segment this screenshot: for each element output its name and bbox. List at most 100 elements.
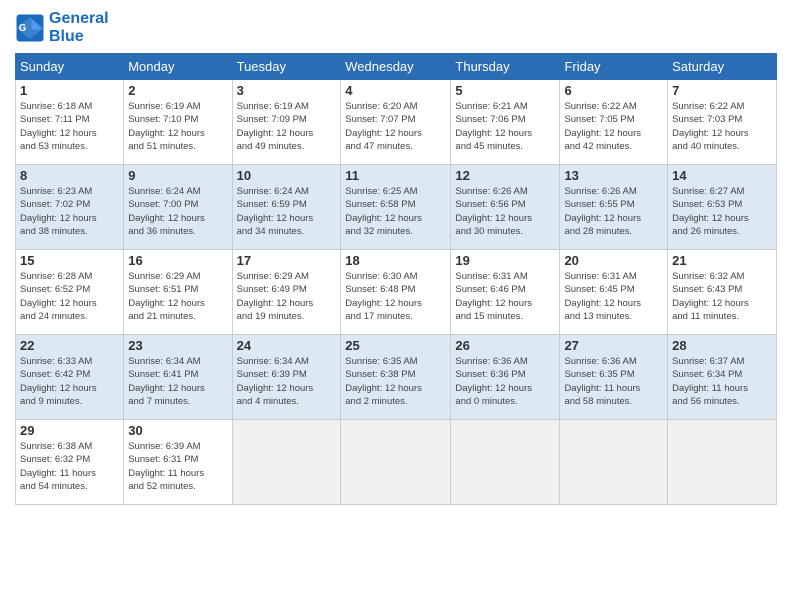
weekday-header-row: Sunday Monday Tuesday Wednesday Thursday… (16, 54, 777, 80)
day-number: 28 (672, 338, 772, 353)
table-row: 14 Sunrise: 6:27 AM Sunset: 6:53 PM Dayli… (668, 165, 777, 250)
day-number: 2 (128, 83, 227, 98)
day-info: Sunrise: 6:23 AM Sunset: 7:02 PM Dayligh… (20, 185, 119, 238)
table-row: 21 Sunrise: 6:32 AM Sunset: 6:43 PM Dayli… (668, 250, 777, 335)
day-number: 23 (128, 338, 227, 353)
table-row: 19Sunrise: 6:31 AM Sunset: 6:46 PM Dayli… (451, 250, 560, 335)
day-number: 10 (237, 168, 337, 183)
calendar-page: G General Blue Sunday Monday Tuesday Wed… (0, 0, 792, 612)
table-row: 10 Sunrise: 6:24 AM Sunset: 6:59 PM Dayli… (232, 165, 341, 250)
table-row: 3 Sunrise: 6:19 AM Sunset: 7:09 PM Daylig… (232, 80, 341, 165)
logo: G General Blue (15, 10, 109, 45)
table-row: 2 Sunrise: 6:19 AM Sunset: 7:10 PM Daylig… (124, 80, 232, 165)
table-row: 17 Sunrise: 6:29 AM Sunset: 6:49 PM Dayli… (232, 250, 341, 335)
table-row: 4 Sunrise: 6:20 AM Sunset: 7:07 PM Daylig… (341, 80, 451, 165)
day-info: Sunrise: 6:22 AM Sunset: 7:03 PM Dayligh… (672, 100, 772, 153)
logo-icon: G (15, 13, 45, 43)
day-info: Sunrise: 6:26 AM Sunset: 6:56 PM Dayligh… (455, 185, 555, 238)
day-number: 5 (455, 83, 555, 98)
table-row: 24Sunrise: 6:34 AM Sunset: 6:39 PM Dayli… (232, 335, 341, 420)
day-number: 16 (128, 253, 227, 268)
day-info: Sunrise: 6:25 AM Sunset: 6:58 PM Dayligh… (345, 185, 446, 238)
calendar-week-row: 1 Sunrise: 6:18 AM Sunset: 7:11 PM Daylig… (16, 80, 777, 165)
day-number: 14 (672, 168, 772, 183)
day-number: 7 (672, 83, 772, 98)
calendar-table: Sunday Monday Tuesday Wednesday Thursday… (15, 53, 777, 505)
day-number: 26 (455, 338, 555, 353)
day-number: 6 (564, 83, 663, 98)
table-row: 13Sunrise: 6:26 AM Sunset: 6:55 PM Dayli… (560, 165, 668, 250)
day-info: Sunrise: 6:29 AM Sunset: 6:51 PM Dayligh… (128, 270, 227, 323)
table-row: 25Sunrise: 6:35 AM Sunset: 6:38 PM Dayli… (341, 335, 451, 420)
table-row: 5 Sunrise: 6:21 AM Sunset: 7:06 PM Daylig… (451, 80, 560, 165)
day-number: 8 (20, 168, 119, 183)
calendar-week-row: 15 Sunrise: 6:28 AM Sunset: 6:52 PM Dayli… (16, 250, 777, 335)
table-row: 6 Sunrise: 6:22 AM Sunset: 7:05 PM Daylig… (560, 80, 668, 165)
day-info: Sunrise: 6:38 AM Sunset: 6:32 PM Dayligh… (20, 440, 119, 493)
day-info: Sunrise: 6:31 AM Sunset: 6:46 PM Dayligh… (455, 270, 555, 323)
day-info: Sunrise: 6:36 AM Sunset: 6:35 PM Dayligh… (564, 355, 663, 408)
day-number: 21 (672, 253, 772, 268)
day-info: Sunrise: 6:19 AM Sunset: 7:09 PM Dayligh… (237, 100, 337, 153)
day-info: Sunrise: 6:29 AM Sunset: 6:49 PM Dayligh… (237, 270, 337, 323)
day-info: Sunrise: 6:20 AM Sunset: 7:07 PM Dayligh… (345, 100, 446, 153)
day-number: 3 (237, 83, 337, 98)
day-number: 30 (128, 423, 227, 438)
table-row: 30 Sunrise: 6:39 AM Sunset: 6:31 PM Dayli… (124, 420, 232, 505)
table-row: 28 Sunrise: 6:37 AM Sunset: 6:34 PM Dayli… (668, 335, 777, 420)
day-info: Sunrise: 6:37 AM Sunset: 6:34 PM Dayligh… (672, 355, 772, 408)
day-info: Sunrise: 6:19 AM Sunset: 7:10 PM Dayligh… (128, 100, 227, 153)
day-number: 12 (455, 168, 555, 183)
day-info: Sunrise: 6:22 AM Sunset: 7:05 PM Dayligh… (564, 100, 663, 153)
day-info: Sunrise: 6:36 AM Sunset: 6:36 PM Dayligh… (455, 355, 555, 408)
table-row (451, 420, 560, 505)
day-info: Sunrise: 6:34 AM Sunset: 6:41 PM Dayligh… (128, 355, 227, 408)
day-number: 4 (345, 83, 446, 98)
day-info: Sunrise: 6:28 AM Sunset: 6:52 PM Dayligh… (20, 270, 119, 323)
table-row: 18Sunrise: 6:30 AM Sunset: 6:48 PM Dayli… (341, 250, 451, 335)
table-row: 26 Sunrise: 6:36 AM Sunset: 6:36 PM Dayli… (451, 335, 560, 420)
logo-text: General Blue (49, 10, 109, 45)
table-row: 9 Sunrise: 6:24 AM Sunset: 7:00 PM Daylig… (124, 165, 232, 250)
table-row: 23 Sunrise: 6:34 AM Sunset: 6:41 PM Dayli… (124, 335, 232, 420)
calendar-week-row: 8 Sunrise: 6:23 AM Sunset: 7:02 PM Daylig… (16, 165, 777, 250)
header-saturday: Saturday (668, 54, 777, 80)
table-row: 1 Sunrise: 6:18 AM Sunset: 7:11 PM Daylig… (16, 80, 124, 165)
table-row: 22Sunrise: 6:33 AM Sunset: 6:42 PM Dayli… (16, 335, 124, 420)
day-number: 17 (237, 253, 337, 268)
day-number: 24 (237, 338, 337, 353)
day-number: 1 (20, 83, 119, 98)
header-sunday: Sunday (16, 54, 124, 80)
table-row: 29 Sunrise: 6:38 AM Sunset: 6:32 PM Dayli… (16, 420, 124, 505)
day-info: Sunrise: 6:33 AM Sunset: 6:42 PM Dayligh… (20, 355, 119, 408)
day-number: 29 (20, 423, 119, 438)
table-row (668, 420, 777, 505)
table-row: 12 Sunrise: 6:26 AM Sunset: 6:56 PM Dayli… (451, 165, 560, 250)
day-info: Sunrise: 6:27 AM Sunset: 6:53 PM Dayligh… (672, 185, 772, 238)
calendar-week-row: 29 Sunrise: 6:38 AM Sunset: 6:32 PM Dayli… (16, 420, 777, 505)
table-row (341, 420, 451, 505)
svg-text:G: G (19, 23, 27, 34)
day-info: Sunrise: 6:18 AM Sunset: 7:11 PM Dayligh… (20, 100, 119, 153)
header-thursday: Thursday (451, 54, 560, 80)
table-row: 16 Sunrise: 6:29 AM Sunset: 6:51 PM Dayli… (124, 250, 232, 335)
day-info: Sunrise: 6:24 AM Sunset: 7:00 PM Dayligh… (128, 185, 227, 238)
day-number: 20 (564, 253, 663, 268)
day-number: 18 (345, 253, 446, 268)
day-number: 15 (20, 253, 119, 268)
day-info: Sunrise: 6:21 AM Sunset: 7:06 PM Dayligh… (455, 100, 555, 153)
day-number: 9 (128, 168, 227, 183)
day-info: Sunrise: 6:39 AM Sunset: 6:31 PM Dayligh… (128, 440, 227, 493)
day-number: 11 (345, 168, 446, 183)
calendar-week-row: 22Sunrise: 6:33 AM Sunset: 6:42 PM Dayli… (16, 335, 777, 420)
day-info: Sunrise: 6:31 AM Sunset: 6:45 PM Dayligh… (564, 270, 663, 323)
table-row: 8 Sunrise: 6:23 AM Sunset: 7:02 PM Daylig… (16, 165, 124, 250)
day-number: 27 (564, 338, 663, 353)
day-info: Sunrise: 6:32 AM Sunset: 6:43 PM Dayligh… (672, 270, 772, 323)
day-info: Sunrise: 6:26 AM Sunset: 6:55 PM Dayligh… (564, 185, 663, 238)
table-row (232, 420, 341, 505)
table-row: 20 Sunrise: 6:31 AM Sunset: 6:45 PM Dayli… (560, 250, 668, 335)
table-row: 15 Sunrise: 6:28 AM Sunset: 6:52 PM Dayli… (16, 250, 124, 335)
day-info: Sunrise: 6:24 AM Sunset: 6:59 PM Dayligh… (237, 185, 337, 238)
day-info: Sunrise: 6:35 AM Sunset: 6:38 PM Dayligh… (345, 355, 446, 408)
